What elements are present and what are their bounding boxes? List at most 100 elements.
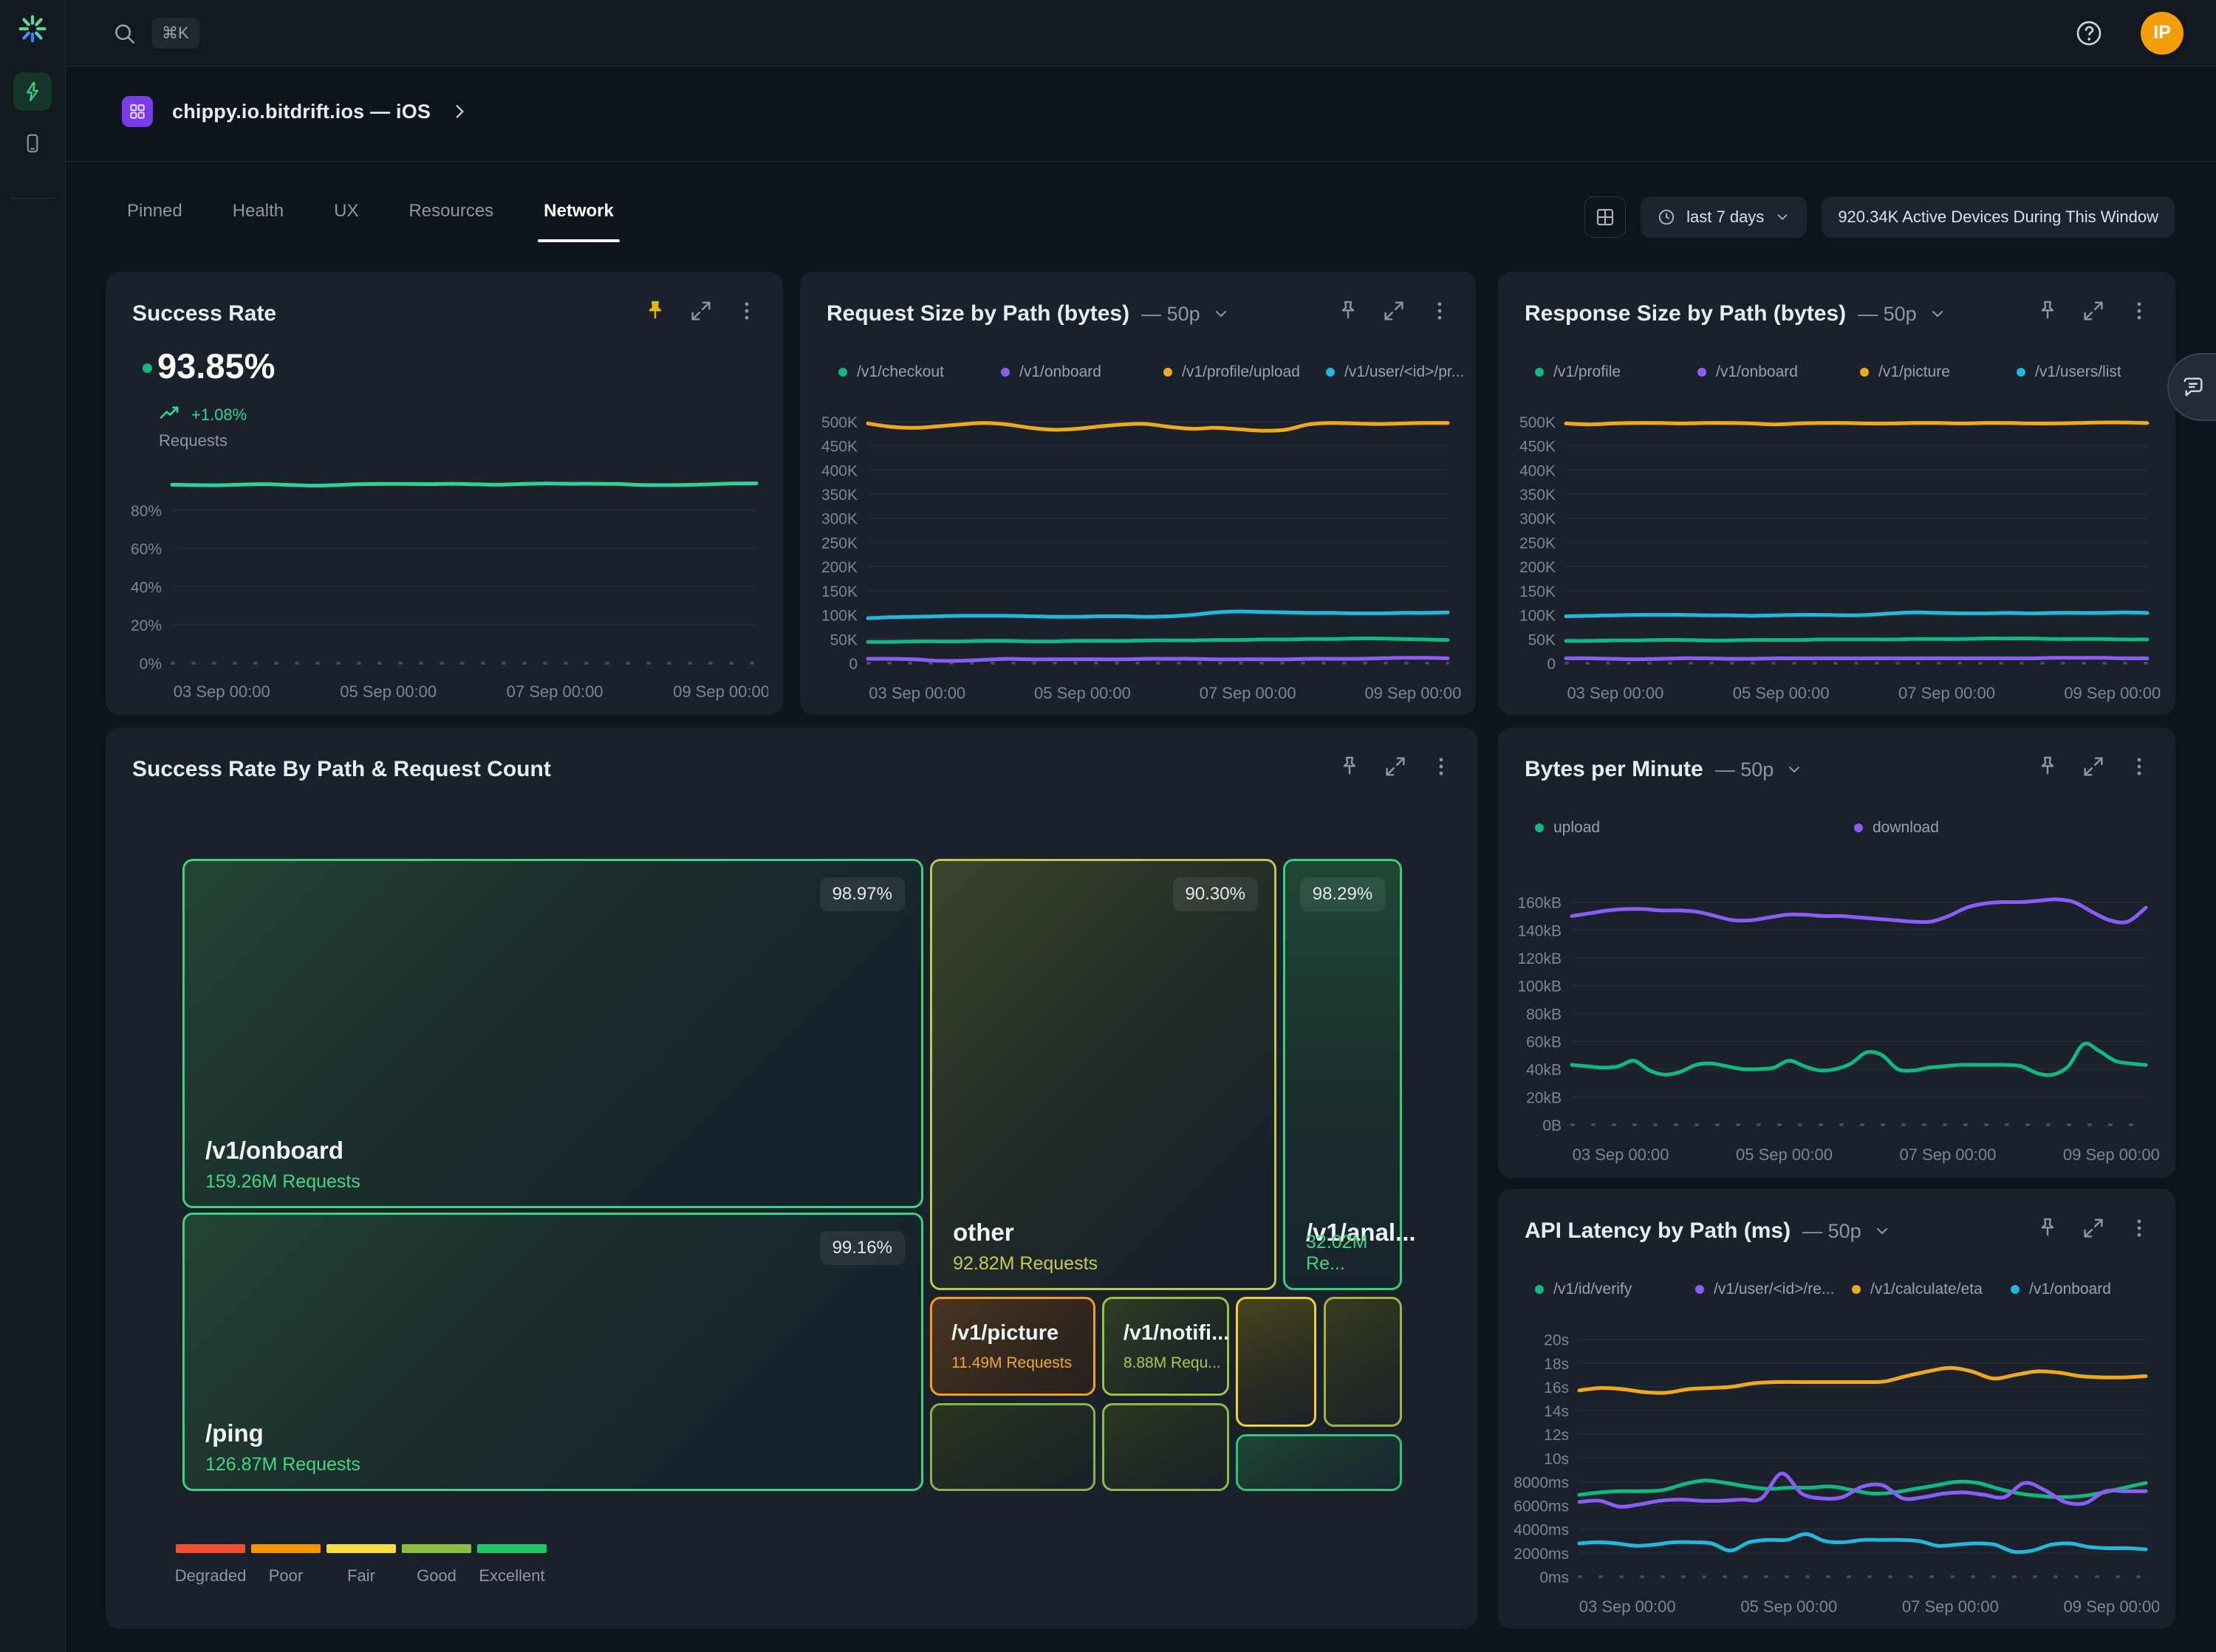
svg-text:300K: 300K xyxy=(821,511,858,528)
tab-health[interactable]: Health xyxy=(233,201,284,242)
treemap-tile-onboard[interactable]: 98.97%/v1/onboard159.26M Requests xyxy=(182,859,923,1208)
pin-icon[interactable] xyxy=(1337,754,1362,779)
app-logo-icon[interactable] xyxy=(16,12,49,46)
svg-text:400K: 400K xyxy=(821,462,858,479)
svg-text:05 Sep 00:00: 05 Sep 00:00 xyxy=(1736,1145,1833,1164)
topbar: ⌘K IP xyxy=(66,0,2216,66)
chevron-down-icon xyxy=(1785,761,1803,778)
success-rate-delta: +1.08% xyxy=(191,405,247,425)
treemap-tile-tile_olive[interactable] xyxy=(1324,1297,1402,1427)
svg-text:60kB: 60kB xyxy=(1526,1034,1562,1051)
expand-icon[interactable] xyxy=(1381,298,1406,323)
percentile-selector[interactable]: — 50p xyxy=(1141,303,1200,326)
tab-ux[interactable]: UX xyxy=(334,201,358,242)
legend-item[interactable]: /v1/onboard xyxy=(2011,1281,2111,1298)
more-menu-icon[interactable] xyxy=(2127,754,2152,779)
card-actions xyxy=(2035,754,2152,779)
legend-item[interactable]: /v1/user/<id>/re... xyxy=(1695,1281,1834,1298)
legend-label: /v1/onboard xyxy=(2029,1281,2111,1298)
search-icon xyxy=(112,21,137,46)
percentile-selector[interactable]: — 50p xyxy=(1858,303,1917,326)
legend-item[interactable]: download xyxy=(1854,819,1939,837)
legend-dot xyxy=(1695,1285,1704,1294)
status-dot xyxy=(143,363,152,373)
legend-item[interactable]: /v1/user/<id>/pr... xyxy=(1326,363,1464,381)
treemap-legend: DegradedPoorFairGoodExcellent xyxy=(176,1544,547,1586)
legend-item[interactable]: /v1/profile/upload xyxy=(1163,363,1300,381)
legend-label: /v1/id/verify xyxy=(1553,1281,1632,1298)
layout-grid-button[interactable] xyxy=(1584,196,1626,238)
legend-label: /v1/calculate/eta xyxy=(1870,1281,1983,1298)
legend-item[interactable]: /v1/calculate/eta xyxy=(1852,1281,1983,1298)
svg-text:12s: 12s xyxy=(1544,1427,1569,1444)
svg-text:150K: 150K xyxy=(821,583,858,600)
expand-icon[interactable] xyxy=(2081,754,2106,779)
pin-icon[interactable] xyxy=(2035,1216,2060,1241)
tile-path-label: other xyxy=(953,1219,1014,1247)
sidebar-item-workflows[interactable] xyxy=(13,72,52,111)
expand-icon[interactable] xyxy=(1383,754,1408,779)
legend-color-bar xyxy=(477,1544,547,1553)
legend-item[interactable]: /v1/checkout xyxy=(838,363,944,381)
sidebar-item-devices[interactable] xyxy=(13,124,52,162)
pin-icon[interactable] xyxy=(2035,754,2060,779)
legend-color-bar xyxy=(402,1544,471,1553)
svg-text:40kB: 40kB xyxy=(1526,1062,1562,1079)
legend-item[interactable]: /v1/picture xyxy=(1860,363,1950,381)
active-devices-badge[interactable]: 920.34K Active Devices During This Windo… xyxy=(1822,196,2175,238)
legend-item[interactable]: upload xyxy=(1535,819,1600,837)
legend-item[interactable]: /v1/id/verify xyxy=(1535,1281,1632,1298)
svg-text:20%: 20% xyxy=(131,617,162,634)
card-success-by-path: Success Rate By Path & Request Count 98.… xyxy=(106,727,1477,1628)
more-menu-icon[interactable] xyxy=(1429,754,1454,779)
avatar[interactable]: IP xyxy=(2141,12,2183,55)
legend-dot xyxy=(2011,1285,2020,1294)
treemap-tile-analytics[interactable]: 98.29%/v1/anal...32.02M Re... xyxy=(1283,859,1402,1290)
treemap-tile-picture[interactable]: /v1/picture11.49M Requests xyxy=(930,1297,1095,1396)
legend-item[interactable]: /v1/profile xyxy=(1535,363,1621,381)
pin-icon[interactable] xyxy=(643,298,668,323)
treemap-tile-ping[interactable]: 99.16%/ping126.87M Requests xyxy=(182,1213,923,1491)
treemap-tile-other[interactable]: 90.30%other92.82M Requests xyxy=(930,859,1276,1290)
more-menu-icon[interactable] xyxy=(734,298,759,323)
treemap-tile-notifications[interactable]: /v1/notifi...8.88M Requ... xyxy=(1102,1297,1229,1396)
tile-path-label: /v1/picture xyxy=(951,1321,1093,1346)
tab-resources[interactable]: Resources xyxy=(408,201,493,242)
treemap-tile-tile_green_wide[interactable] xyxy=(1236,1434,1402,1491)
svg-text:05 Sep 00:00: 05 Sep 00:00 xyxy=(340,682,437,701)
expand-icon[interactable] xyxy=(2081,298,2106,323)
more-menu-icon[interactable] xyxy=(2127,298,2152,323)
tab-pinned[interactable]: Pinned xyxy=(127,201,182,242)
pin-icon[interactable] xyxy=(2035,298,2060,323)
breadcrumb[interactable]: chippy.io.bitdrift.ios — iOS xyxy=(122,96,469,127)
expand-icon[interactable] xyxy=(688,298,714,323)
pin-icon[interactable] xyxy=(1336,298,1361,323)
chevron-down-icon xyxy=(1212,305,1230,323)
treemap: 98.97%/v1/onboard159.26M Requests99.16%/… xyxy=(182,859,1402,1491)
search-button[interactable]: ⌘K xyxy=(112,18,199,49)
svg-text:07 Sep 00:00: 07 Sep 00:00 xyxy=(507,682,603,701)
svg-text:300K: 300K xyxy=(1519,511,1556,528)
svg-text:18s: 18s xyxy=(1544,1356,1569,1373)
legend-dot xyxy=(1535,823,1544,832)
legend-item[interactable]: /v1/users/list xyxy=(2017,363,2121,381)
more-menu-icon[interactable] xyxy=(2127,1216,2152,1241)
legend-label: /v1/user/<id>/pr... xyxy=(1344,363,1464,381)
svg-text:400K: 400K xyxy=(1519,462,1556,479)
help-icon[interactable] xyxy=(2074,18,2104,48)
tab-network[interactable]: Network xyxy=(544,201,614,242)
svg-text:0: 0 xyxy=(1547,656,1556,673)
legend-label: upload xyxy=(1553,819,1600,837)
percentile-selector[interactable]: — 50p xyxy=(1802,1220,1861,1243)
percentile-selector[interactable]: — 50p xyxy=(1715,758,1774,781)
treemap-tile-tile_yellow[interactable] xyxy=(1236,1297,1316,1427)
expand-icon[interactable] xyxy=(2081,1216,2106,1241)
time-range-dropdown[interactable]: last 7 days xyxy=(1641,196,1807,238)
legend-label: download xyxy=(1873,819,1939,837)
treemap-tile-tile_lime_b[interactable] xyxy=(1102,1403,1229,1491)
legend-item[interactable]: /v1/onboard xyxy=(1001,363,1101,381)
more-menu-icon[interactable] xyxy=(1427,298,1452,323)
treemap-tile-tile_lime_a[interactable] xyxy=(930,1403,1095,1491)
svg-text:16s: 16s xyxy=(1544,1379,1569,1396)
legend-item[interactable]: /v1/onboard xyxy=(1697,363,1798,381)
